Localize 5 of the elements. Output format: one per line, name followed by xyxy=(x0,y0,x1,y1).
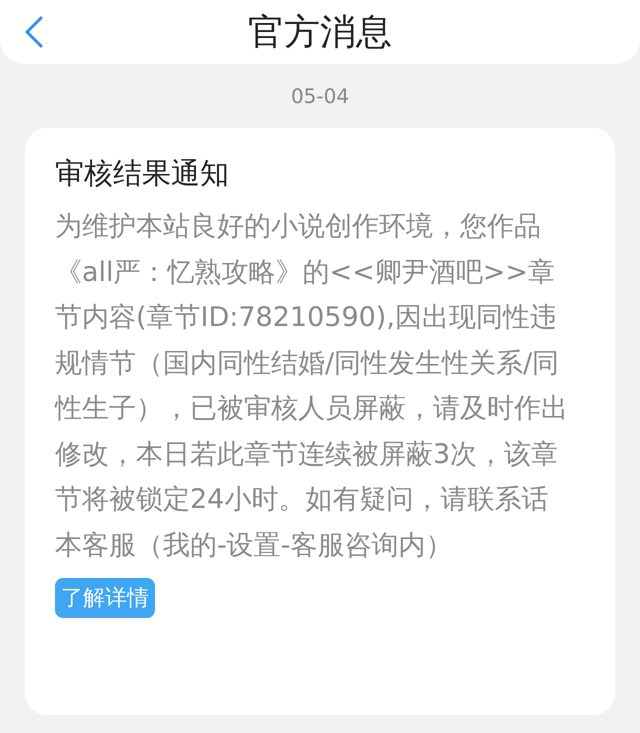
page-title: 官方消息 xyxy=(248,10,392,54)
details-button[interactable]: 了解详情 xyxy=(55,578,155,618)
message-date: 05-04 xyxy=(290,84,350,108)
message-body: 为维护本站良好的小说创作环境，您作品《all严：忆熟攻略》的<<卿尹酒吧>>章节内容(章节ID:78210590),因出现同性违规情节（国内同性结婚/同性发生性关系/同性生子），已被审核人员屏蔽，请及时作出修改，本日若此章节连续被屏蔽3次，该章节将被锁定24小时。如有疑问，请联系话本客服（我的-设置-客服咨询内） xyxy=(55,210,569,562)
message-title: 审核结果通知 xyxy=(55,155,230,192)
